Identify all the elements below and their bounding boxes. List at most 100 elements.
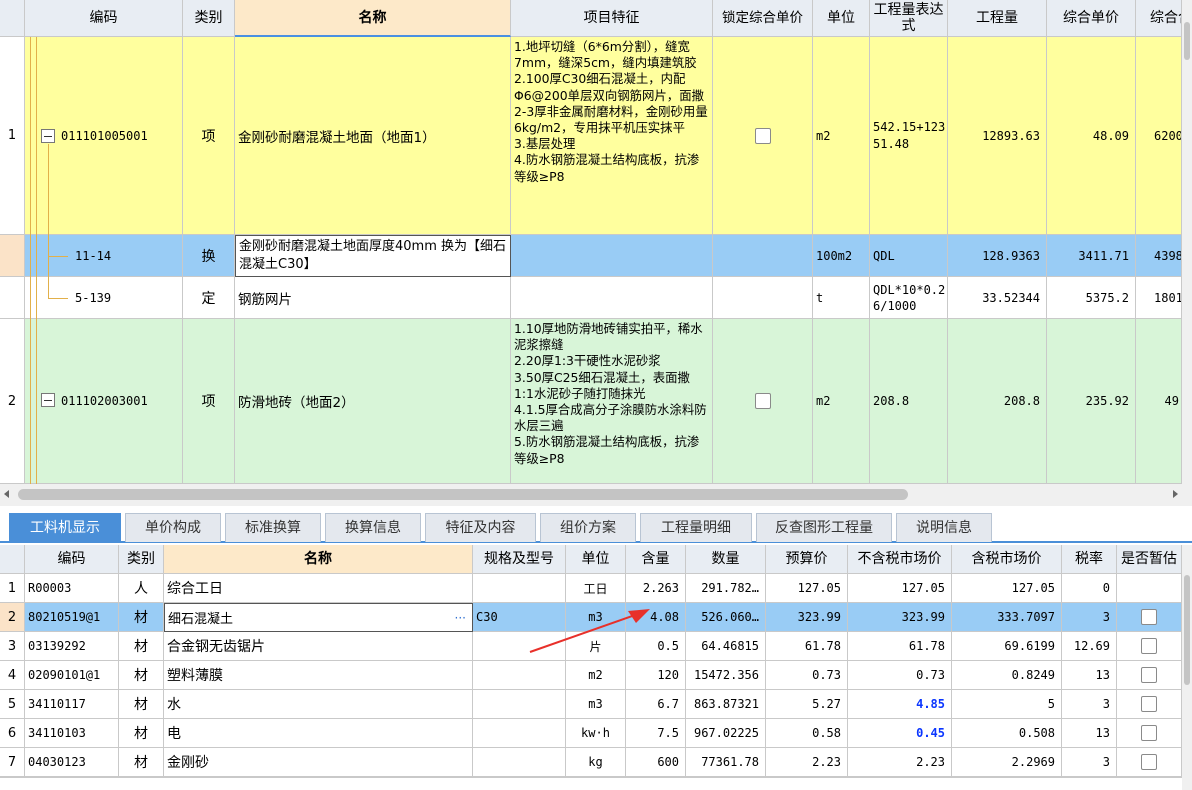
material-name[interactable]: 合金钢无齿锯片 <box>164 632 473 661</box>
header-tax-rate[interactable]: 税率 <box>1062 545 1117 574</box>
tab-description[interactable]: 说明信息 <box>896 513 992 542</box>
vertical-scrollbar[interactable] <box>1182 545 1192 790</box>
material-spec[interactable] <box>473 661 566 690</box>
material-quantity[interactable]: 15472.356 <box>686 661 766 690</box>
material-unit[interactable]: kg <box>566 748 626 777</box>
provisional-cell[interactable] <box>1117 690 1182 719</box>
material-budget-price[interactable]: 61.78 <box>766 632 848 661</box>
item-name-editor[interactable]: 金刚砂耐磨混凝土地面厚度40mm 换为【细石混凝土C30】 <box>235 235 511 277</box>
header-quantity[interactable]: 数量 <box>686 545 766 574</box>
material-market-price-excl-tax[interactable]: 0.73 <box>848 661 952 690</box>
item-qty-expression[interactable]: 208.8 <box>870 319 948 484</box>
header-name[interactable]: 名称 <box>164 545 473 574</box>
provisional-cell[interactable] <box>1117 748 1182 777</box>
scrollbar-thumb[interactable] <box>18 489 908 500</box>
item-qty-expression[interactable]: QDL*10*0.26/1000 <box>870 277 948 319</box>
header-feature[interactable]: 项目特征 <box>511 0 713 37</box>
material-quantity[interactable]: 77361.78 <box>686 748 766 777</box>
header-unit[interactable]: 单位 <box>813 0 870 37</box>
material-budget-price[interactable]: 0.73 <box>766 661 848 690</box>
material-name[interactable]: 金刚砂 <box>164 748 473 777</box>
material-quantity[interactable]: 863.87321 <box>686 690 766 719</box>
material-spec[interactable] <box>473 748 566 777</box>
material-tax-rate[interactable]: 3 <box>1062 603 1117 632</box>
lock-price-checkbox[interactable] <box>754 127 771 144</box>
material-market-price-excl-tax[interactable]: 0.45 <box>848 719 952 748</box>
material-market-price-incl-tax[interactable]: 0.508 <box>952 719 1062 748</box>
header-market-price-incl-tax[interactable]: 含税市场价 <box>952 545 1062 574</box>
tab-features-content[interactable]: 特征及内容 <box>425 513 536 542</box>
material-market-price-excl-tax[interactable]: 2.23 <box>848 748 952 777</box>
item-feature[interactable] <box>511 235 713 277</box>
provisional-cell[interactable] <box>1117 603 1182 632</box>
material-code[interactable]: 02090101@1 <box>25 661 119 690</box>
collapse-icon[interactable] <box>41 129 55 143</box>
material-tax-rate[interactable]: 12.69 <box>1062 632 1117 661</box>
material-content[interactable]: 7.5 <box>626 719 686 748</box>
material-unit[interactable]: kw·h <box>566 719 626 748</box>
tab-standard-conversion[interactable]: 标准换算 <box>225 513 321 542</box>
collapse-icon[interactable] <box>41 393 55 407</box>
header-code[interactable]: 编码 <box>25 0 183 37</box>
material-content[interactable]: 600 <box>626 748 686 777</box>
provisional-checkbox[interactable] <box>1141 609 1157 625</box>
material-quantity[interactable]: 526.060… <box>686 603 766 632</box>
provisional-cell[interactable] <box>1117 632 1182 661</box>
header-code[interactable]: 编码 <box>25 545 119 574</box>
item-quantity[interactable]: 128.9363 <box>948 235 1047 277</box>
material-tax-rate[interactable]: 3 <box>1062 748 1117 777</box>
header-budget-price[interactable]: 预算价 <box>766 545 848 574</box>
material-spec[interactable] <box>473 690 566 719</box>
header-unit-price[interactable]: 综合单价 <box>1047 0 1136 37</box>
item-feature[interactable] <box>511 277 713 319</box>
item-feature[interactable]: 1.10厚地防滑地砖铺实拍平，稀水泥浆擦缝 2.20厚1:3干硬性水泥砂浆 3.… <box>511 319 713 484</box>
header-type[interactable]: 类别 <box>119 545 164 574</box>
material-name[interactable]: 水 <box>164 690 473 719</box>
material-tax-rate[interactable]: 13 <box>1062 661 1117 690</box>
tab-price-composition[interactable]: 单价构成 <box>125 513 221 542</box>
material-content[interactable]: 120 <box>626 661 686 690</box>
material-market-price-excl-tax[interactable]: 61.78 <box>848 632 952 661</box>
material-market-price-excl-tax[interactable]: 4.85 <box>848 690 952 719</box>
provisional-checkbox[interactable] <box>1141 638 1157 654</box>
material-spec[interactable] <box>473 719 566 748</box>
material-market-price-incl-tax[interactable]: 333.7097 <box>952 603 1062 632</box>
header-name[interactable]: 名称 <box>235 0 511 37</box>
material-tax-rate[interactable]: 13 <box>1062 719 1117 748</box>
scrollbar-thumb[interactable] <box>1184 22 1190 60</box>
header-lock-price[interactable]: 锁定综合单价 <box>713 0 813 37</box>
item-name[interactable]: 钢筋网片 <box>235 277 511 319</box>
material-market-price-incl-tax[interactable]: 2.2969 <box>952 748 1062 777</box>
material-market-price-incl-tax[interactable]: 0.8249 <box>952 661 1062 690</box>
item-qty-expression[interactable]: 542.15+12351.48 <box>870 37 948 235</box>
provisional-checkbox[interactable] <box>1141 754 1157 770</box>
scroll-left-icon[interactable] <box>4 490 9 498</box>
material-tax-rate[interactable]: 0 <box>1062 574 1117 603</box>
material-budget-price[interactable]: 2.23 <box>766 748 848 777</box>
lock-price-checkbox[interactable] <box>754 393 771 409</box>
tab-reverse-graphic-quantity[interactable]: 反查图形工程量 <box>756 513 892 542</box>
tab-conversion-info[interactable]: 换算信息 <box>325 513 421 542</box>
provisional-cell[interactable] <box>1117 661 1182 690</box>
scrollbar-thumb[interactable] <box>1184 575 1190 685</box>
material-content[interactable]: 6.7 <box>626 690 686 719</box>
item-quantity[interactable]: 33.52344 <box>948 277 1047 319</box>
header-type[interactable]: 类别 <box>183 0 235 37</box>
material-budget-price[interactable]: 323.99 <box>766 603 848 632</box>
material-code[interactable]: 34110117 <box>25 690 119 719</box>
header-total[interactable]: 综合合 <box>1136 0 1182 37</box>
header-quantity[interactable]: 工程量 <box>948 0 1047 37</box>
header-provisional[interactable]: 是否暂估 <box>1117 545 1182 574</box>
material-name[interactable]: 电 <box>164 719 473 748</box>
item-qty-expression[interactable]: QDL <box>870 235 948 277</box>
header-market-price-excl-tax[interactable]: 不含税市场价 <box>848 545 952 574</box>
material-code[interactable]: 80210519@1 <box>25 603 119 632</box>
item-quantity[interactable]: 12893.63 <box>948 37 1047 235</box>
provisional-cell[interactable] <box>1117 574 1182 603</box>
header-unit[interactable]: 单位 <box>566 545 626 574</box>
material-quantity[interactable]: 291.782… <box>686 574 766 603</box>
tab-quantity-detail[interactable]: 工程量明细 <box>640 513 752 542</box>
provisional-checkbox[interactable] <box>1141 725 1157 741</box>
material-market-price-incl-tax[interactable]: 127.05 <box>952 574 1062 603</box>
item-unit-price[interactable]: 235.92 <box>1047 319 1136 484</box>
